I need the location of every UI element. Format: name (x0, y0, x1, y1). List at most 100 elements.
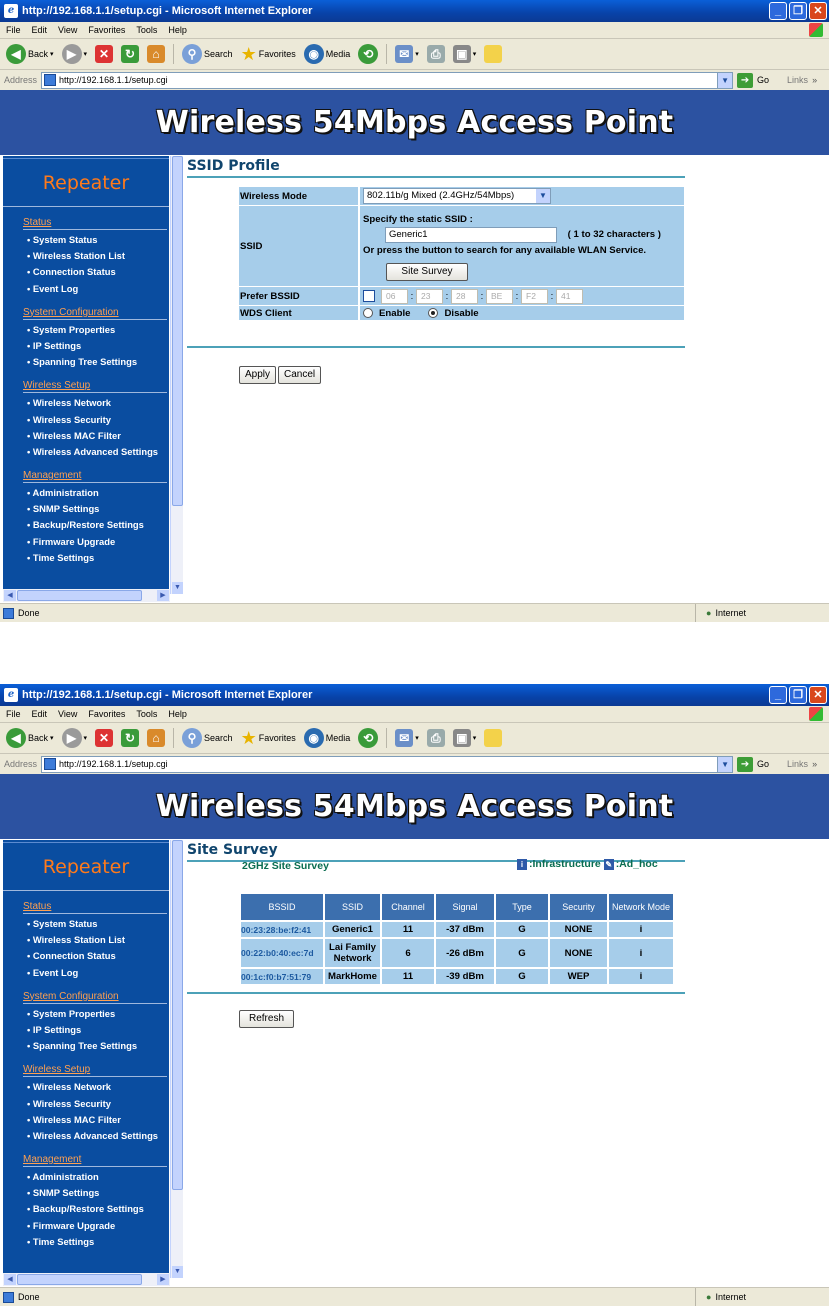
menu-tools[interactable]: Tools (136, 25, 157, 35)
wds-disable-radio[interactable] (428, 307, 439, 318)
scroll-down-icon[interactable]: ▼ (172, 582, 183, 594)
messenger-button[interactable] (482, 42, 504, 66)
sidebar-item-administration[interactable]: Administration (23, 1169, 167, 1185)
menu-view[interactable]: View (58, 25, 77, 35)
bssid-octet-input[interactable]: 23 (416, 288, 443, 304)
home-button[interactable]: ⌂ (145, 42, 167, 66)
sidebar-item-wireless-security[interactable]: Wireless Security (23, 1096, 167, 1112)
sidebar-scrollbar[interactable]: ▼ (170, 156, 183, 594)
sidebar-item-event-log[interactable]: Event Log (23, 281, 167, 297)
wireless-mode-select[interactable]: 802.11b/g Mixed (2.4GHz/54Mbps) ▼ (363, 188, 551, 204)
media-button[interactable]: ◉ Media (302, 42, 353, 66)
prefer-bssid-checkbox[interactable] (363, 289, 375, 302)
scroll-right-icon[interactable]: ▶ (157, 590, 169, 601)
go-arrow-icon[interactable]: ➔ (737, 72, 754, 88)
sidebar-item-snmp-settings[interactable]: SNMP Settings (23, 1185, 167, 1201)
sidebar-item-wireless-network[interactable]: Wireless Network (23, 395, 167, 411)
sidebar-item-wireless-network[interactable]: Wireless Network (23, 1079, 167, 1095)
links-button[interactable]: Links (787, 75, 808, 85)
menu-file[interactable]: File (6, 709, 21, 719)
address-input[interactable]: http://192.168.1.1/setup.cgi ▼ (41, 71, 734, 89)
ssid-input[interactable]: Generic1 (385, 226, 557, 243)
table-row[interactable]: 00:1c:f0:b7:51:79 MarkHome 11 -39 dBm G … (241, 969, 673, 984)
sidebar-item-system-properties[interactable]: System Properties (23, 1006, 167, 1022)
sidebar-item-backup-restore[interactable]: Backup/Restore Settings (23, 1201, 167, 1217)
sidebar-item-wireless-station-list[interactable]: Wireless Station List (23, 932, 167, 948)
sidebar-hscrollbar[interactable]: ◀ ▶ (3, 589, 170, 602)
sidebar-hscrollbar[interactable]: ◀ ▶ (3, 1273, 170, 1286)
sidebar-item-connection-status[interactable]: Connection Status (23, 948, 167, 964)
back-button[interactable]: ◀ Back ▾ (4, 726, 56, 750)
forward-button[interactable]: ▶ ▾ (60, 726, 90, 750)
sidebar-section-status[interactable]: Status (23, 217, 167, 230)
edit-button[interactable]: ▣ ▾ (451, 42, 479, 66)
stop-button[interactable]: ✕ (93, 726, 115, 750)
sidebar-section-system-configuration[interactable]: System Configuration (23, 307, 167, 320)
favorites-button[interactable]: ★ Favorites (239, 42, 298, 66)
site-survey-button[interactable]: Site Survey (386, 262, 468, 281)
sidebar-item-system-properties[interactable]: System Properties (23, 322, 167, 338)
sidebar-item-spanning-tree[interactable]: Spanning Tree Settings (23, 1038, 167, 1054)
address-input[interactable]: http://192.168.1.1/setup.cgi ▼ (41, 755, 734, 773)
menu-favorites[interactable]: Favorites (88, 25, 125, 35)
menu-view[interactable]: View (58, 709, 77, 719)
bssid-link[interactable]: 00:22:b0:40:ec:7d (241, 939, 323, 967)
favorites-button[interactable]: ★ Favorites (239, 726, 298, 750)
media-button[interactable]: ◉ Media (302, 726, 353, 750)
stop-button[interactable]: ✕ (93, 42, 115, 66)
menu-help[interactable]: Help (168, 25, 187, 35)
forward-button[interactable]: ▶ ▾ (60, 42, 90, 66)
chevron-down-icon[interactable]: ▼ (717, 72, 733, 88)
sidebar-item-ip-settings[interactable]: IP Settings (23, 1022, 167, 1038)
print-button[interactable]: ⎙ (425, 726, 447, 750)
scroll-left-icon[interactable]: ◀ (4, 1274, 16, 1285)
table-row[interactable]: 00:22:b0:40:ec:7d Lai Family Network 6 -… (241, 939, 673, 967)
hscroll-thumb[interactable] (17, 590, 142, 601)
go-arrow-icon[interactable]: ➔ (737, 756, 754, 772)
minimize-button[interactable]: _ (769, 686, 787, 704)
sidebar-item-connection-status[interactable]: Connection Status (23, 264, 167, 280)
home-button[interactable]: ⌂ (145, 726, 167, 750)
sidebar-section-wireless-setup[interactable]: Wireless Setup (23, 1064, 167, 1078)
sidebar-item-administration[interactable]: Administration (23, 485, 167, 501)
sidebar-item-wireless-mac-filter[interactable]: Wireless MAC Filter (23, 1112, 167, 1128)
sidebar-scrollbar[interactable]: ▼ (170, 840, 183, 1278)
menu-help[interactable]: Help (168, 709, 187, 719)
sidebar-item-wireless-mac-filter[interactable]: Wireless MAC Filter (23, 428, 167, 444)
sidebar-item-time-settings[interactable]: Time Settings (23, 550, 167, 566)
edit-button[interactable]: ▣ ▾ (451, 726, 479, 750)
search-button[interactable]: ⚲ Search (180, 726, 235, 750)
sidebar-section-status[interactable]: Status (23, 901, 167, 914)
minimize-button[interactable]: _ (769, 2, 787, 20)
print-button[interactable]: ⎙ (425, 42, 447, 66)
sidebar-item-ip-settings[interactable]: IP Settings (23, 338, 167, 354)
maximize-button[interactable]: ❐ (789, 686, 807, 704)
sidebar-item-snmp-settings[interactable]: SNMP Settings (23, 501, 167, 517)
hscroll-thumb[interactable] (17, 1274, 142, 1285)
menu-edit[interactable]: Edit (32, 25, 48, 35)
sidebar-section-management[interactable]: Management (23, 1154, 167, 1168)
sidebar-item-wireless-station-list[interactable]: Wireless Station List (23, 248, 167, 264)
go-button[interactable]: Go (757, 759, 769, 769)
chevron-down-icon[interactable]: ▼ (717, 756, 733, 772)
scroll-right-icon[interactable]: ▶ (157, 1274, 169, 1285)
mail-button[interactable]: ✉ ▾ (393, 42, 421, 66)
sidebar-item-spanning-tree[interactable]: Spanning Tree Settings (23, 354, 167, 370)
sidebar-item-system-status[interactable]: System Status (23, 232, 167, 248)
sidebar-section-wireless-setup[interactable]: Wireless Setup (23, 380, 167, 394)
history-button[interactable]: ⟲ (356, 42, 380, 66)
bssid-octet-input[interactable]: 28 (451, 288, 478, 304)
sidebar-item-firmware-upgrade[interactable]: Firmware Upgrade (23, 1218, 167, 1234)
sidebar-item-backup-restore[interactable]: Backup/Restore Settings (23, 517, 167, 533)
close-button[interactable]: ✕ (809, 2, 827, 20)
sidebar-item-event-log[interactable]: Event Log (23, 965, 167, 981)
back-button[interactable]: ◀ Back ▾ (4, 42, 56, 66)
menu-favorites[interactable]: Favorites (88, 709, 125, 719)
scroll-thumb[interactable] (172, 156, 183, 506)
refresh-button[interactable]: Refresh (239, 1010, 294, 1028)
bssid-link[interactable]: 00:1c:f0:b7:51:79 (241, 969, 323, 984)
bssid-octet-input[interactable]: BE (486, 288, 513, 304)
sidebar-item-system-status[interactable]: System Status (23, 916, 167, 932)
bssid-link[interactable]: 00:23:28:be:f2:41 (241, 922, 323, 937)
table-row[interactable]: 00:23:28:be:f2:41 Generic1 11 -37 dBm G … (241, 922, 673, 937)
